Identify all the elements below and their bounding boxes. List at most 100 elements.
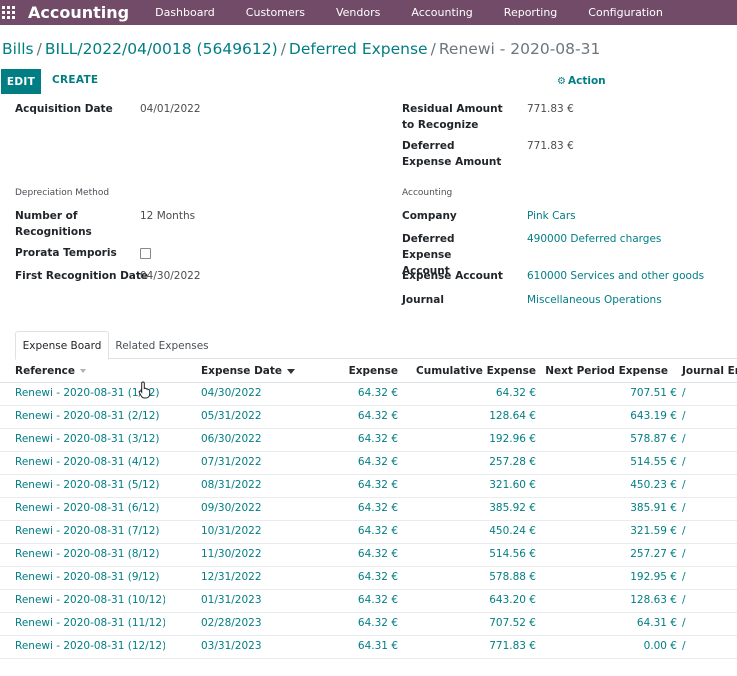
- reference-cell: Renewi - 2020-08-31 (9/12): [15, 571, 160, 583]
- reference-cell: Renewi - 2020-08-31 (7/12): [15, 525, 160, 537]
- cumulative-expense-cell: 771.83 €: [489, 640, 536, 652]
- journal-entry-cell[interactable]: /: [682, 594, 686, 606]
- nav-reporting[interactable]: Reporting: [504, 6, 557, 19]
- breadcrumb-separator: /: [280, 40, 286, 58]
- journal-entry-cell[interactable]: /: [682, 502, 686, 514]
- table-row[interactable]: Renewi - 2020-08-31 (7/12) 10/31/2022 64.3…: [0, 521, 737, 544]
- nav-dashboard[interactable]: Dashboard: [155, 6, 215, 19]
- journal-entry-cell[interactable]: /: [682, 456, 686, 468]
- journal-entry-cell[interactable]: /: [682, 479, 686, 491]
- expense-date-cell: 10/31/2022: [201, 525, 262, 537]
- nav-configuration[interactable]: Configuration: [588, 6, 663, 19]
- cumulative-expense-cell: 450.24 €: [489, 525, 536, 537]
- expense-cell: 64.32 €: [357, 456, 398, 468]
- create-button[interactable]: CREATE: [52, 74, 98, 86]
- expense-cell: 64.32 €: [357, 594, 398, 606]
- next-period-expense-cell: 64.31 €: [636, 617, 677, 629]
- table-header: Reference Expense Date Expense Cumulativ…: [0, 360, 737, 383]
- column-expense-date[interactable]: Expense Date: [201, 365, 295, 377]
- company-link[interactable]: Pink Cars: [527, 208, 576, 224]
- app-brand[interactable]: Accounting: [28, 3, 129, 22]
- tab-expense-board[interactable]: Expense Board: [15, 331, 109, 360]
- journal-entry-cell[interactable]: /: [682, 617, 686, 629]
- column-next-period-expense[interactable]: Next Period Expense: [545, 365, 668, 377]
- reference-cell: Renewi - 2020-08-31 (6/12): [15, 502, 160, 514]
- table-row[interactable]: Renewi - 2020-08-31 (1/12) 04/30/2022 64.3…: [0, 383, 737, 406]
- gear-icon: ⚙: [557, 76, 566, 87]
- table-row[interactable]: Renewi - 2020-08-31 (5/12) 08/31/2022 64.3…: [0, 475, 737, 498]
- journal-entry-cell[interactable]: /: [682, 548, 686, 560]
- expense-cell: 64.32 €: [357, 548, 398, 560]
- deferred-account-link[interactable]: 490000 Deferred charges: [527, 231, 661, 247]
- expense-date-cell: 11/30/2022: [201, 548, 262, 560]
- breadcrumb-bills[interactable]: Bills: [2, 40, 34, 58]
- accounting-title: Accounting: [402, 188, 453, 198]
- reference-cell: Renewi - 2020-08-31 (5/12): [15, 479, 160, 491]
- journal-entry-cell[interactable]: /: [682, 571, 686, 583]
- journal-entry-cell[interactable]: /: [682, 640, 686, 652]
- deferred-amount-label: Deferred Expense Amount: [402, 140, 502, 168]
- apps-menu-icon[interactable]: [2, 5, 16, 20]
- expense-cell: 64.32 €: [357, 433, 398, 445]
- action-menu-button[interactable]: ⚙ Action: [557, 75, 606, 87]
- reference-cell: Renewi - 2020-08-31 (12/12): [15, 640, 165, 652]
- expense-date-cell: 02/28/2023: [201, 617, 262, 629]
- table-row[interactable]: Renewi - 2020-08-31 (4/12) 07/31/2022 64.3…: [0, 452, 737, 475]
- breadcrumb-bill[interactable]: BILL/2022/04/0018 (5649612): [45, 40, 278, 58]
- next-period-expense-cell: 643.19 €: [630, 410, 677, 422]
- acquisition-date-value[interactable]: 04/01/2022: [140, 101, 201, 117]
- next-period-expense-cell: 192.95 €: [630, 571, 677, 583]
- depreciation-method-title: Depreciation Method: [15, 188, 110, 198]
- expense-date-cell: 03/31/2023: [201, 640, 262, 652]
- edit-button[interactable]: EDIT: [1, 69, 41, 94]
- nav-accounting[interactable]: Accounting: [411, 6, 472, 19]
- reference-cell: Renewi - 2020-08-31 (4/12): [15, 456, 160, 468]
- nav-customers[interactable]: Customers: [246, 6, 305, 19]
- journal-entry-cell[interactable]: /: [682, 433, 686, 445]
- column-cumulative-expense[interactable]: Cumulative Expense: [416, 365, 536, 377]
- expense-cell: 64.32 €: [357, 571, 398, 583]
- journal-entry-cell[interactable]: /: [682, 410, 686, 422]
- journal-entry-cell[interactable]: /: [682, 387, 686, 399]
- next-period-expense-cell: 514.55 €: [630, 456, 677, 468]
- first-recognition-label: First Recognition Date: [15, 270, 149, 282]
- table-row[interactable]: Renewi - 2020-08-31 (2/12) 05/31/2022 64.3…: [0, 406, 737, 429]
- acquisition-date-label: Acquisition Date: [15, 103, 113, 115]
- expense-cell: 64.32 €: [357, 387, 398, 399]
- recognitions-label: Number of Recognitions: [15, 210, 92, 238]
- expense-account-link[interactable]: 610000 Services and other goods: [527, 268, 704, 284]
- expense-date-cell: 07/31/2022: [201, 456, 262, 468]
- table-row[interactable]: Renewi - 2020-08-31 (11/12) 02/28/2023 64.…: [0, 613, 737, 636]
- expense-date-cell: 08/31/2022: [201, 479, 262, 491]
- top-navbar: Accounting Dashboard Customers Vendors A…: [0, 0, 737, 25]
- column-reference[interactable]: Reference: [15, 365, 86, 377]
- prorata-checkbox[interactable]: [140, 248, 151, 259]
- table-row[interactable]: Renewi - 2020-08-31 (8/12) 11/30/2022 64.3…: [0, 544, 737, 567]
- table-row[interactable]: Renewi - 2020-08-31 (9/12) 12/31/2022 64.3…: [0, 567, 737, 590]
- cumulative-expense-cell: 64.32 €: [495, 387, 536, 399]
- first-recognition-value[interactable]: 04/30/2022: [140, 268, 201, 284]
- deferred-amount-value[interactable]: 771.83 €: [527, 138, 574, 154]
- table-row[interactable]: Renewi - 2020-08-31 (10/12) 01/31/2023 64.…: [0, 590, 737, 613]
- expense-account-label: Expense Account: [402, 270, 503, 282]
- journal-link[interactable]: Miscellaneous Operations: [527, 292, 662, 308]
- residual-amount-label: Residual Amount to Recognize: [402, 103, 503, 131]
- table-row[interactable]: Renewi - 2020-08-31 (3/12) 06/30/2022 64.3…: [0, 429, 737, 452]
- table-row[interactable]: Renewi - 2020-08-31 (6/12) 09/30/2022 64.3…: [0, 498, 737, 521]
- breadcrumb-deferred-expense[interactable]: Deferred Expense: [289, 40, 428, 58]
- next-period-expense-cell: 0.00 €: [643, 640, 677, 652]
- next-period-expense-cell: 450.23 €: [630, 479, 677, 491]
- next-period-expense-cell: 707.51 €: [630, 387, 677, 399]
- table-row[interactable]: Renewi - 2020-08-31 (12/12) 03/31/2023 64.…: [0, 636, 737, 659]
- next-period-expense-cell: 578.87 €: [630, 433, 677, 445]
- company-label: Company: [402, 210, 457, 222]
- recognitions-value[interactable]: 12 Months: [140, 208, 195, 224]
- column-journal-entry[interactable]: Journal Ent: [682, 365, 737, 377]
- column-expense[interactable]: Expense: [349, 365, 398, 377]
- journal-entry-cell[interactable]: /: [682, 525, 686, 537]
- cumulative-expense-cell: 578.88 €: [489, 571, 536, 583]
- nav-vendors[interactable]: Vendors: [336, 6, 380, 19]
- tab-related-expenses[interactable]: Related Expenses: [109, 331, 215, 360]
- reference-cell: Renewi - 2020-08-31 (2/12): [15, 410, 160, 422]
- cumulative-expense-cell: 643.20 €: [489, 594, 536, 606]
